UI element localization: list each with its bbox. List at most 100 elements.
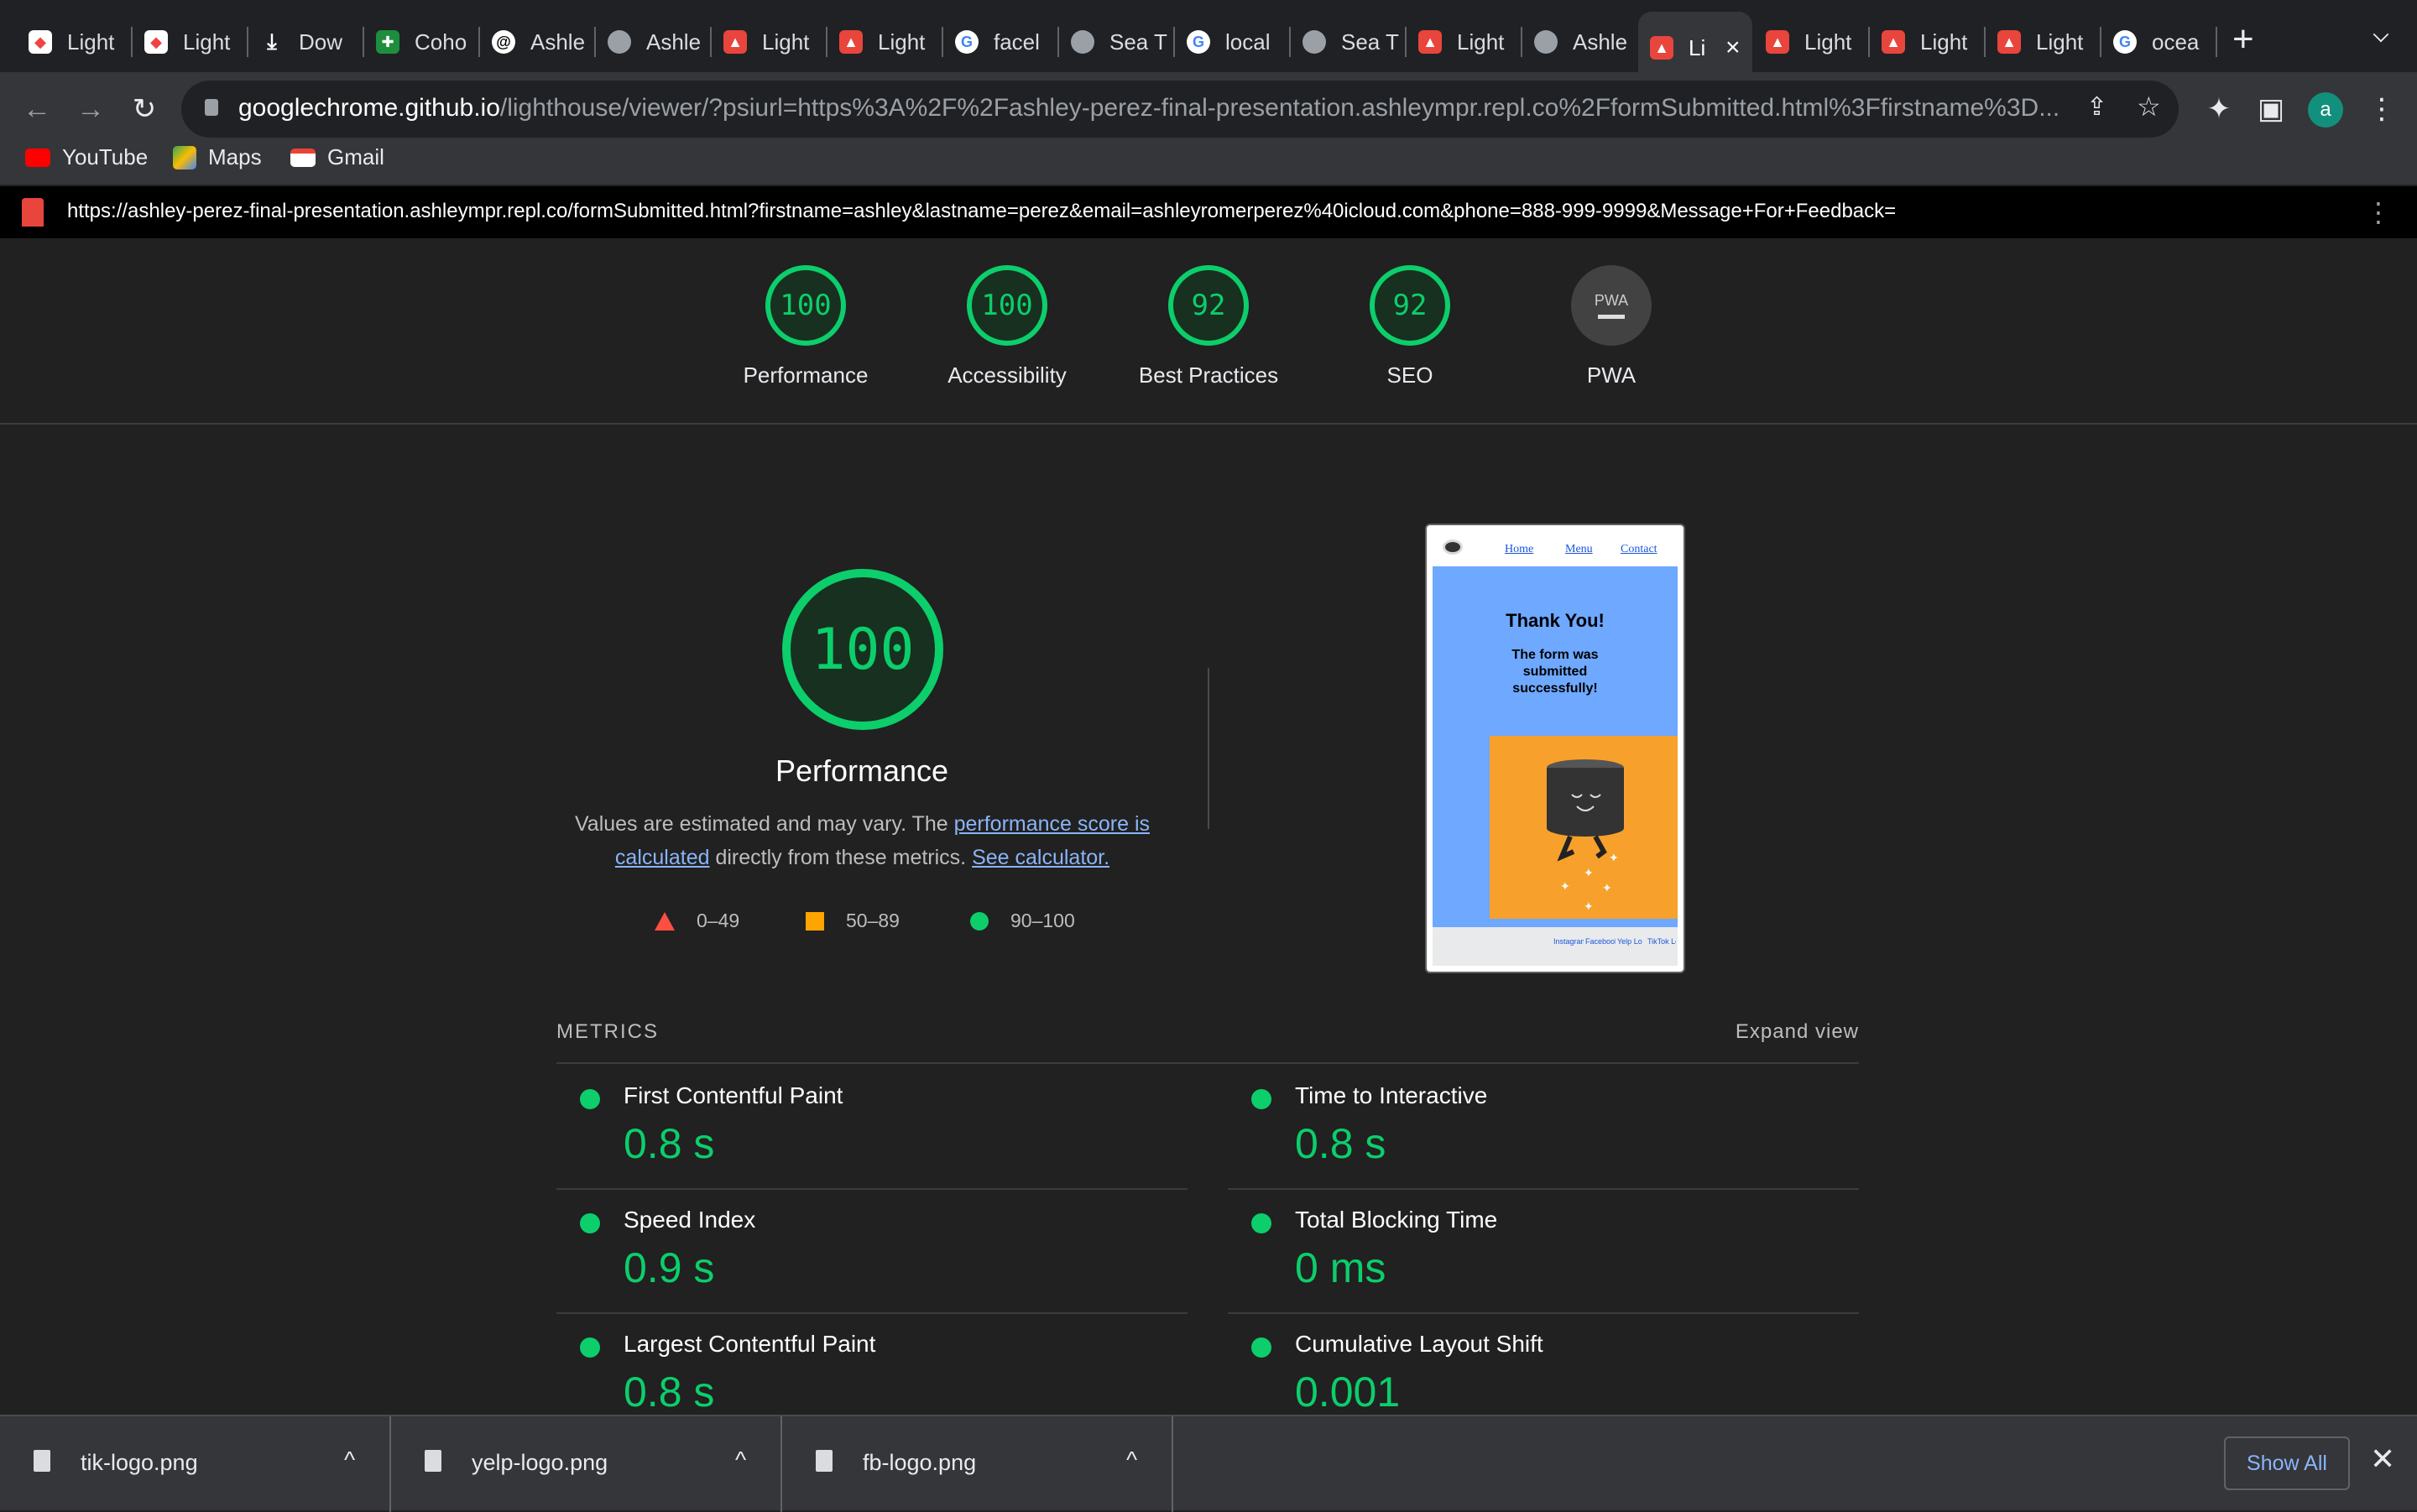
- address-bar[interactable]: googlechrome.github.io/lighthouse/viewer…: [181, 81, 2179, 138]
- tab[interactable]: G ocea: [2101, 15, 2217, 69]
- chevron-up-icon[interactable]: ^: [735, 1447, 746, 1473]
- legend-pass: 90–100: [970, 910, 1075, 932]
- google-icon: G: [955, 30, 979, 54]
- download-item[interactable]: fb-logo.png ^: [782, 1416, 1173, 1512]
- share-icon[interactable]: ⇪: [2086, 92, 2107, 122]
- globe-icon: [1534, 30, 1558, 54]
- tab-search-chevron-icon[interactable]: [2373, 26, 2389, 43]
- expand-view-toggle[interactable]: Expand view: [1736, 1020, 1859, 1044]
- show-all-button[interactable]: Show All: [2224, 1436, 2350, 1490]
- google-icon: G: [1187, 30, 1210, 54]
- desc-text: directly from these metrics.: [709, 846, 973, 869]
- download-item[interactable]: yelp-logo.png ^: [391, 1416, 782, 1512]
- bookmark-star-icon[interactable]: ☆: [2137, 91, 2161, 123]
- tab[interactable]: ▲ Light: [1986, 15, 2101, 69]
- tab[interactable]: Sea T: [1291, 15, 1407, 69]
- gauge-performance[interactable]: 100 Performance: [705, 265, 906, 388]
- reload-button[interactable]: ↻: [124, 89, 164, 129]
- legend-fail: 0–49: [655, 910, 739, 932]
- extensions-icon[interactable]: ✦: [2199, 89, 2239, 129]
- metric-title: Time to Interactive: [1295, 1082, 1488, 1108]
- tested-url: https://ashley-perez-final-presentation.…: [67, 200, 1897, 222]
- bookmark-label: Gmail: [327, 144, 384, 169]
- tab-title: Li: [1689, 34, 1706, 60]
- metric-value: 0.9 s: [624, 1244, 715, 1291]
- svg-text:✦: ✦: [1584, 899, 1594, 913]
- close-tab-icon[interactable]: ×: [1725, 34, 1741, 62]
- lighthouse-icon: ▲: [1766, 30, 1789, 54]
- tab[interactable]: ▲ Light: [827, 15, 943, 69]
- tab-title: Light: [67, 29, 115, 55]
- pass-circle-icon: [1251, 1337, 1271, 1358]
- gauge-label: Accessibility: [947, 362, 1067, 388]
- chevron-up-icon[interactable]: ^: [344, 1447, 355, 1473]
- bookmark-youtube[interactable]: YouTube: [25, 144, 148, 170]
- tab[interactable]: @ Ashle: [480, 15, 596, 69]
- gauge-best-practices[interactable]: 92 Best Practices: [1108, 265, 1309, 388]
- tab[interactable]: ▲ Light: [1407, 15, 1522, 69]
- legend-average: 50–89: [806, 910, 900, 932]
- back-button[interactable]: ←: [17, 89, 57, 129]
- pass-circle-icon: [1251, 1213, 1271, 1233]
- tools-menu-icon[interactable]: ⋮: [2365, 196, 2392, 228]
- download-item[interactable]: tik-logo.png ^: [0, 1416, 391, 1512]
- tab[interactable]: Ashle: [1522, 15, 1638, 69]
- bookmark-gmail[interactable]: Gmail: [290, 144, 384, 170]
- metric-title: Cumulative Layout Shift: [1295, 1331, 1543, 1357]
- tab[interactable]: Sea T: [1059, 15, 1175, 69]
- final-screenshot[interactable]: Home Menu Contact Thank You! The form wa…: [1425, 524, 1685, 973]
- facebook-logo-alt: Facebook Logo: [1585, 937, 1616, 946]
- bookmark-label: Maps: [208, 144, 262, 169]
- lighthouse-icon: ▲: [1997, 30, 2021, 54]
- tab[interactable]: Ashle: [596, 15, 712, 69]
- metric-total-blocking-time: Total Blocking Time 0 ms: [1228, 1190, 1859, 1314]
- lighthouse-icon: ▲: [1418, 30, 1442, 54]
- forward-button[interactable]: →: [70, 89, 111, 129]
- tab[interactable]: G facel: [943, 15, 1059, 69]
- fail-triangle-icon: [655, 911, 675, 931]
- gauge-seo[interactable]: 92 SEO: [1309, 265, 1511, 388]
- gauge-label: Best Practices: [1138, 362, 1279, 388]
- tab-title: ocea: [2152, 29, 2200, 55]
- pass-circle-icon: [580, 1337, 600, 1358]
- menu-kebab-icon[interactable]: ⋮: [2362, 89, 2402, 129]
- metric-value: 0.8 s: [1295, 1120, 1386, 1167]
- side-panel-icon[interactable]: ▣: [2251, 89, 2291, 129]
- gmail-icon: [290, 148, 316, 167]
- chevron-up-icon[interactable]: ^: [1126, 1447, 1137, 1473]
- submitted-message: The form was submitted successfully!: [1511, 648, 1599, 696]
- profile-avatar[interactable]: a: [2308, 92, 2343, 128]
- bookmark-maps[interactable]: Maps: [173, 144, 262, 170]
- tab[interactable]: ▲ Light: [1870, 15, 1986, 69]
- section-divider: [1208, 668, 1209, 829]
- tab[interactable]: ✚ Coho: [364, 15, 480, 69]
- gauge-accessibility[interactable]: 100 Accessibility: [906, 265, 1108, 388]
- tab[interactable]: ◆ Light: [17, 15, 133, 69]
- lighthouse-viewer-topbar: https://ashley-perez-final-presentation.…: [0, 186, 2417, 238]
- url-text[interactable]: googlechrome.github.io/lighthouse/viewer…: [238, 94, 2085, 123]
- tab-title: Light: [1920, 29, 1968, 55]
- google-icon: G: [2113, 30, 2137, 54]
- youtube-icon: [25, 148, 50, 167]
- tab-title: Sea T: [1341, 29, 1399, 55]
- nav-contact-link: Contact: [1621, 543, 1657, 555]
- svg-text:✦: ✦: [1560, 879, 1570, 893]
- tab-strip: ◆ Light ◆ Light ⤓ Dow ✚ Coho @ Ashle Ash…: [0, 0, 2417, 84]
- screenshot-page: Home Menu Contact Thank You! The form wa…: [1433, 531, 1678, 966]
- new-tab-button[interactable]: +: [2232, 18, 2254, 60]
- tab[interactable]: ▲ Light: [712, 15, 827, 69]
- tab[interactable]: ▲ Light: [1754, 15, 1870, 69]
- tab-title: Light: [1457, 29, 1505, 55]
- close-icon[interactable]: ✕: [2370, 1442, 2395, 1477]
- tab[interactable]: G local: [1175, 15, 1291, 69]
- sheets-icon: ✚: [376, 30, 399, 54]
- gauge-pwa[interactable]: PWA PWA: [1511, 265, 1712, 388]
- tab-title: Light: [2036, 29, 2084, 55]
- lighthouse-icon: ◆: [29, 30, 52, 54]
- globe-icon: [1071, 30, 1094, 54]
- tab[interactable]: ◆ Light: [133, 15, 248, 69]
- tab[interactable]: ⤓ Dow: [248, 15, 364, 69]
- see-calculator-link[interactable]: See calculator.: [972, 846, 1109, 869]
- tab-title: facel: [994, 29, 1040, 55]
- sushi-mascot-icon: ✦ ✦ ✦ ✦ ✦: [1547, 759, 1624, 913]
